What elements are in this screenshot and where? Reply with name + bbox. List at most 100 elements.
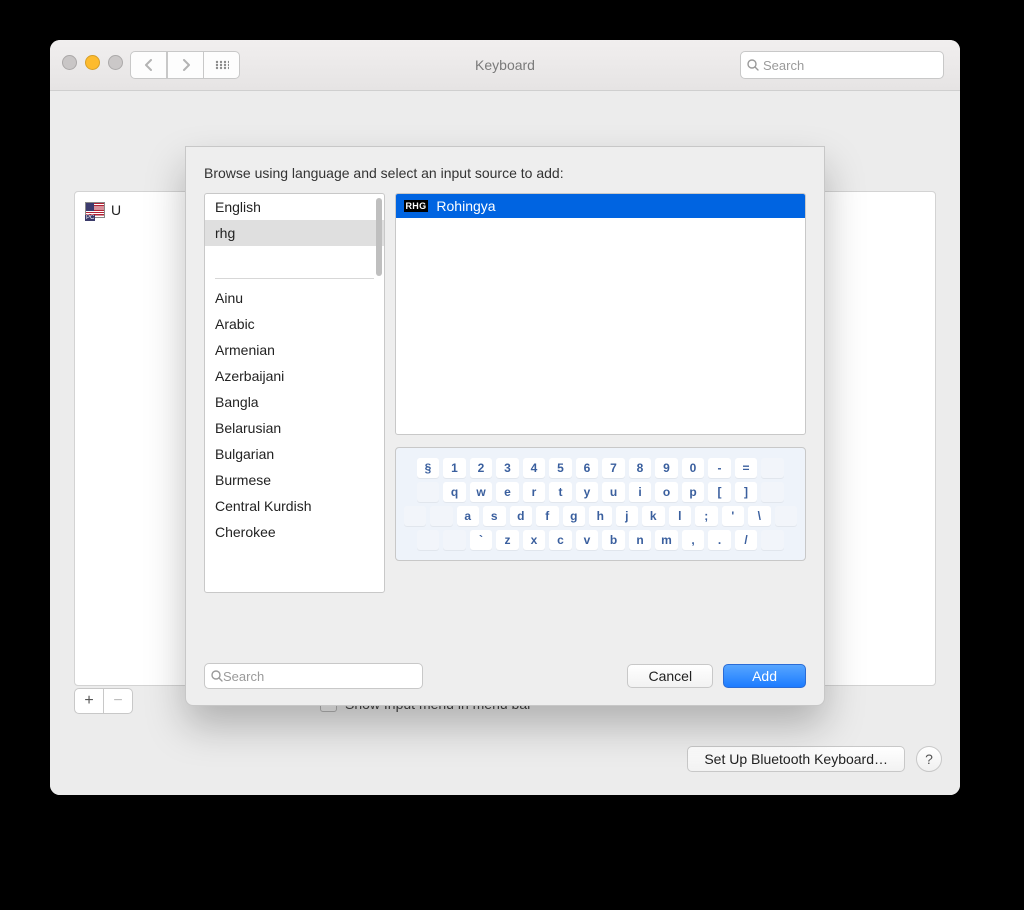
divider [215, 278, 374, 279]
key: = [735, 458, 758, 478]
us-flag-icon [85, 202, 105, 218]
key: m [655, 530, 678, 550]
key: a [457, 506, 480, 526]
key: n [629, 530, 652, 550]
source-name: Rohingya [436, 198, 495, 214]
input-source-pane[interactable]: RHG Rohingya [395, 193, 807, 435]
keyboard-row: §1234567890-= [404, 458, 798, 478]
search-placeholder: Search [763, 58, 804, 73]
input-source-label: U [111, 202, 121, 218]
key-modifier [761, 530, 784, 550]
key: 1 [443, 458, 466, 478]
key: 0 [682, 458, 705, 478]
key: h [589, 506, 612, 526]
key: z [496, 530, 519, 550]
key-modifier [404, 506, 427, 526]
language-item[interactable]: Arabic [205, 311, 384, 337]
key: q [443, 482, 466, 502]
scrollbar-thumb[interactable] [376, 198, 382, 276]
key: g [563, 506, 586, 526]
sheet-search-input[interactable]: Search [204, 663, 423, 689]
keyboard-row: `zxcvbnm,./ [404, 530, 798, 550]
key: 3 [496, 458, 519, 478]
key-modifier [775, 506, 798, 526]
key: , [682, 530, 705, 550]
key: p [682, 482, 705, 502]
keyboard-preview: §1234567890-= qwertyuiop[] asdfghjkl;'\ `zx… [395, 447, 807, 561]
content-area: U + − Show Input menu in menu bar Set Up… [50, 91, 960, 795]
language-list[interactable]: Englishrhg AinuArabicArmenianAzerbaijani… [204, 193, 385, 593]
search-icon [747, 59, 759, 71]
key: 5 [549, 458, 572, 478]
language-item[interactable]: Ainu [205, 285, 384, 311]
language-item[interactable]: Bulgarian [205, 441, 384, 467]
titlebar: Keyboard Search [50, 40, 960, 91]
key: ` [470, 530, 493, 550]
key: 4 [523, 458, 546, 478]
language-item[interactable]: Azerbaijani [205, 363, 384, 389]
key: 2 [470, 458, 493, 478]
key: [ [708, 482, 731, 502]
language-item[interactable]: English [205, 194, 384, 220]
source-badge-icon: RHG [404, 200, 429, 212]
search-icon [211, 670, 223, 682]
sheet-search-placeholder: Search [223, 669, 264, 684]
keyboard-row: qwertyuiop[] [404, 482, 798, 502]
language-item[interactable]: Armenian [205, 337, 384, 363]
key: 8 [629, 458, 652, 478]
key: ; [695, 506, 718, 526]
language-item[interactable]: Central Kurdish [205, 493, 384, 519]
key: ' [722, 506, 745, 526]
key: k [642, 506, 665, 526]
key: s [483, 506, 506, 526]
key: w [470, 482, 493, 502]
remove-input-source-button[interactable]: − [103, 688, 133, 714]
key-modifier [443, 530, 466, 550]
key: r [523, 482, 546, 502]
keyboard-row: asdfghjkl;'\ [404, 506, 798, 526]
key: b [602, 530, 625, 550]
key: c [549, 530, 572, 550]
key-modifier [761, 482, 784, 502]
key: 6 [576, 458, 599, 478]
language-item[interactable]: Belarusian [205, 415, 384, 441]
key: o [655, 482, 678, 502]
language-item[interactable]: rhg [205, 220, 384, 246]
language-item[interactable]: Burmese [205, 467, 384, 493]
key: . [708, 530, 731, 550]
add-input-source-button[interactable]: + [74, 688, 104, 714]
key: i [629, 482, 652, 502]
key: - [708, 458, 731, 478]
key: t [549, 482, 572, 502]
key: ] [735, 482, 758, 502]
key: v [576, 530, 599, 550]
bluetooth-keyboard-button[interactable]: Set Up Bluetooth Keyboard… [687, 746, 905, 772]
key: x [523, 530, 546, 550]
key: 9 [655, 458, 678, 478]
cancel-button[interactable]: Cancel [627, 664, 713, 688]
key: f [536, 506, 559, 526]
toolbar-search[interactable]: Search [740, 51, 944, 79]
key: e [496, 482, 519, 502]
sheet-panes: Englishrhg AinuArabicArmenianAzerbaijani… [204, 193, 806, 593]
key-modifier [430, 506, 453, 526]
help-button[interactable]: ? [916, 746, 942, 772]
key: y [576, 482, 599, 502]
add-remove-controls: + − [74, 688, 133, 714]
language-item[interactable]: Cherokee [205, 519, 384, 545]
key: j [616, 506, 639, 526]
add-input-source-sheet: Browse using language and select an inpu… [185, 146, 825, 706]
language-item-blank [205, 246, 384, 272]
key-modifier [761, 458, 784, 478]
key: 7 [602, 458, 625, 478]
input-source-item-selected[interactable]: RHG Rohingya [396, 194, 806, 218]
sheet-heading: Browse using language and select an inpu… [204, 165, 806, 181]
key: u [602, 482, 625, 502]
language-item[interactable]: Bangla [205, 389, 384, 415]
add-button[interactable]: Add [723, 664, 806, 688]
key: \ [748, 506, 771, 526]
input-source-row[interactable]: U [85, 202, 121, 218]
key: l [669, 506, 692, 526]
key: d [510, 506, 533, 526]
right-column: RHG Rohingya §1234567890-= qwertyuiop[] as… [395, 193, 807, 593]
